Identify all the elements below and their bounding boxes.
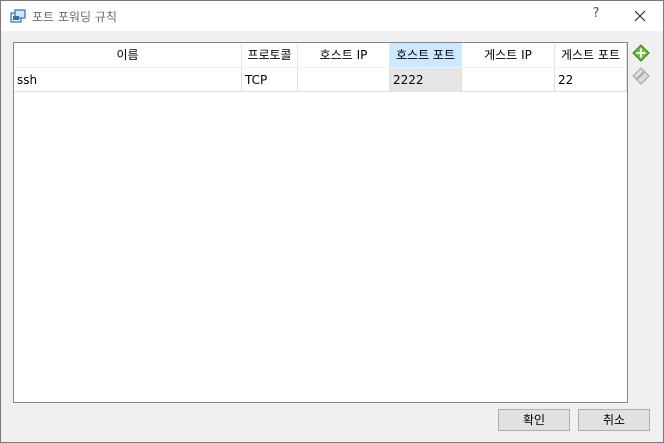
- column-header-protocol[interactable]: 프로토콜: [242, 43, 298, 67]
- table-row[interactable]: ssh TCP 2222 22: [14, 67, 627, 92]
- add-rule-icon[interactable]: [632, 44, 650, 62]
- column-header-host-ip[interactable]: 호스트 IP: [298, 43, 390, 67]
- port-forwarding-dialog: 포트 포워딩 규칙 ? 이름 프로토콜 호스트 IP 호스트 포트 게스트 IP…: [0, 0, 664, 443]
- cancel-button[interactable]: 취소: [578, 409, 650, 431]
- ok-button[interactable]: 확인: [498, 409, 570, 431]
- close-icon[interactable]: [627, 6, 653, 26]
- title-bar: 포트 포워딩 규칙 ?: [1, 1, 663, 31]
- cell-name[interactable]: ssh: [14, 68, 242, 92]
- cell-protocol[interactable]: TCP: [242, 68, 298, 92]
- column-header-host-port[interactable]: 호스트 포트: [390, 43, 462, 67]
- cell-host-port[interactable]: 2222: [390, 68, 462, 92]
- cell-host-ip[interactable]: [298, 68, 390, 92]
- remove-rule-icon[interactable]: [632, 67, 650, 85]
- cell-guest-ip[interactable]: [462, 68, 555, 92]
- help-button[interactable]: ?: [583, 6, 609, 26]
- window-title: 포트 포워딩 규칙: [32, 10, 117, 24]
- column-header-name[interactable]: 이름: [14, 43, 242, 67]
- column-header-guest-port[interactable]: 게스트 포트: [555, 43, 627, 67]
- column-header-guest-ip[interactable]: 게스트 IP: [462, 43, 555, 67]
- cell-guest-port[interactable]: 22: [555, 68, 627, 92]
- rules-table[interactable]: 이름 프로토콜 호스트 IP 호스트 포트 게스트 IP 게스트 포트 ssh …: [13, 42, 628, 403]
- virtualbox-icon: [10, 9, 26, 23]
